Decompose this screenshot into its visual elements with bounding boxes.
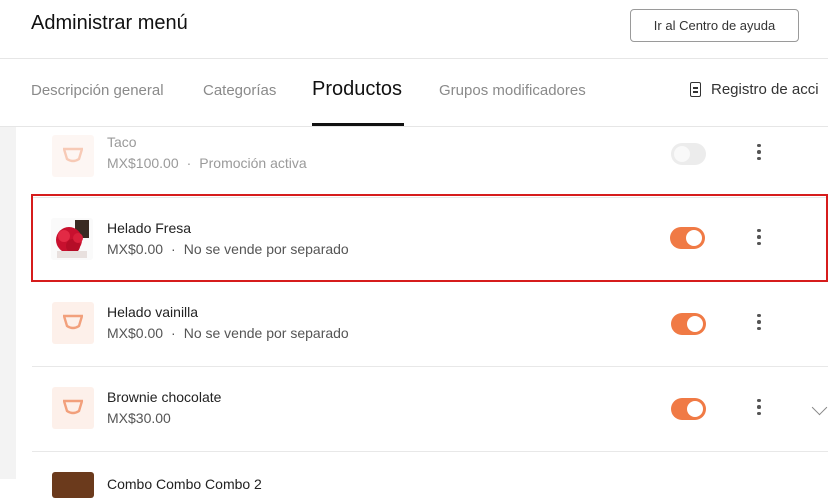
product-row[interactable]: Helado vainilla MX$0.00 · No se vende por … bbox=[32, 282, 828, 367]
more-options-icon[interactable] bbox=[752, 311, 766, 335]
product-price: MX$0.00 bbox=[107, 325, 164, 341]
help-center-button[interactable]: Ir al Centro de ayuda bbox=[630, 9, 799, 42]
availability-toggle[interactable] bbox=[670, 227, 705, 249]
product-name: Taco bbox=[107, 134, 137, 150]
product-note: No se vende por separado bbox=[183, 241, 349, 257]
product-note: No se vende por separado bbox=[183, 325, 349, 341]
product-name: Brownie chocolate bbox=[107, 389, 222, 405]
product-row[interactable]: Brownie chocolate MX$30.00 bbox=[32, 367, 828, 452]
document-icon bbox=[690, 82, 701, 97]
product-row[interactable]: Taco MX$100.00 · Promoción activa bbox=[32, 127, 828, 198]
product-name: Combo Combo Combo 2 bbox=[107, 476, 262, 492]
product-row[interactable]: Combo Combo Combo 2 bbox=[32, 452, 828, 498]
product-details: MX$0.00 · No se vende por separado bbox=[107, 325, 349, 341]
product-row-selected[interactable]: Helado Fresa MX$0.00 · No se vende por sep… bbox=[31, 194, 828, 282]
product-name: Helado vainilla bbox=[107, 304, 199, 320]
tab-modifier-groups[interactable]: Grupos modificadores bbox=[439, 82, 586, 99]
active-tab-indicator bbox=[312, 123, 404, 126]
chevron-down-icon[interactable] bbox=[811, 399, 828, 416]
product-photo bbox=[52, 472, 94, 498]
product-details: MX$0.00 · No se vende por separado bbox=[107, 241, 349, 257]
tab-overview[interactable]: Descripción general bbox=[31, 82, 164, 99]
page-title: Administrar menú bbox=[31, 12, 188, 34]
product-placeholder-icon bbox=[52, 302, 94, 344]
left-gutter bbox=[0, 127, 16, 479]
product-name: Helado Fresa bbox=[107, 220, 192, 236]
tab-products[interactable]: Productos bbox=[312, 78, 402, 101]
availability-toggle[interactable] bbox=[671, 313, 706, 335]
product-photo bbox=[51, 218, 93, 260]
more-options-icon[interactable] bbox=[752, 141, 766, 165]
availability-toggle[interactable] bbox=[671, 398, 706, 420]
tab-activity-log[interactable]: Registro de acci bbox=[690, 81, 819, 98]
product-placeholder-icon bbox=[52, 135, 94, 177]
tab-categories[interactable]: Categorías bbox=[203, 82, 276, 99]
product-placeholder-icon bbox=[52, 387, 94, 429]
product-price: MX$100.00 bbox=[107, 155, 179, 171]
more-options-icon[interactable] bbox=[752, 396, 766, 420]
product-details: MX$30.00 bbox=[107, 410, 171, 426]
page-header: Administrar menú Ir al Centro de ayuda bbox=[0, 0, 828, 59]
product-details: MX$100.00 · Promoción activa bbox=[107, 155, 307, 171]
availability-toggle[interactable] bbox=[671, 143, 706, 165]
tab-bar: Descripción general Categorías Productos… bbox=[0, 59, 828, 127]
product-price: MX$30.00 bbox=[107, 410, 171, 426]
product-note: Promoción activa bbox=[199, 155, 307, 171]
more-options-icon[interactable] bbox=[752, 226, 766, 250]
tab-activity-log-label: Registro de acci bbox=[711, 81, 819, 98]
product-price: MX$0.00 bbox=[107, 241, 164, 257]
